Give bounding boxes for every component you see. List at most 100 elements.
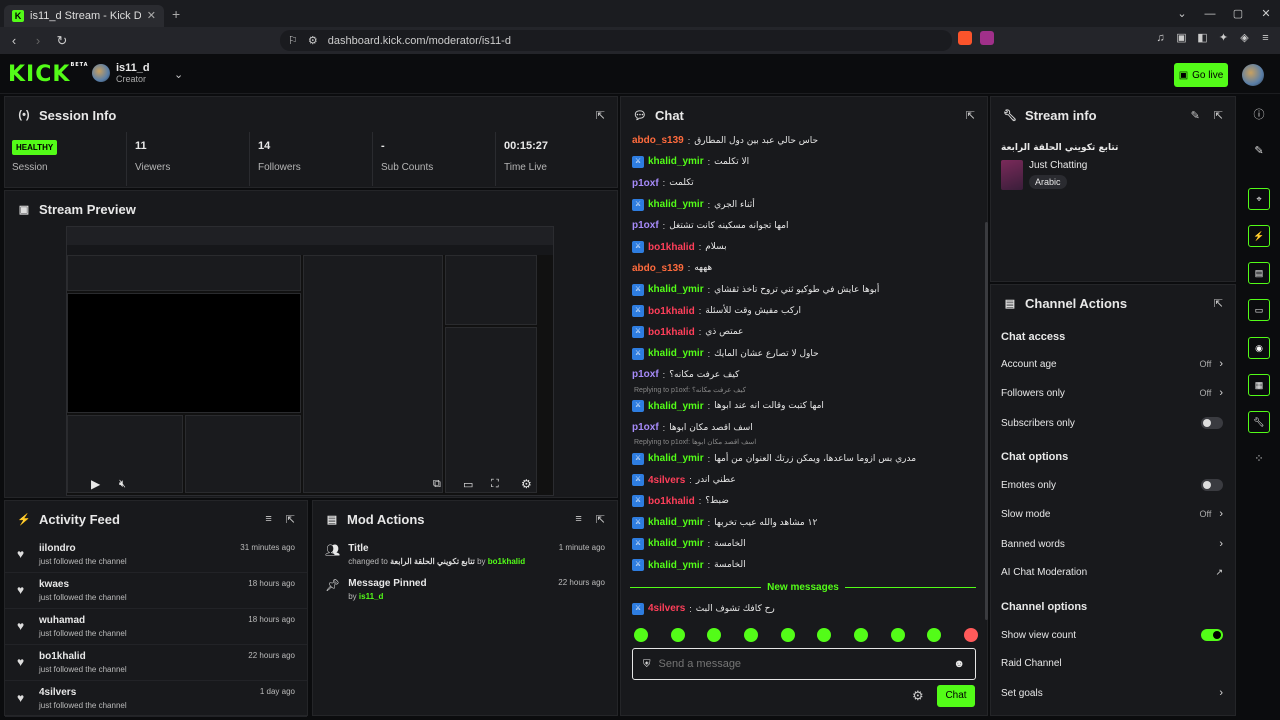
chat-username[interactable]: khalid_ymir (648, 199, 704, 210)
feed-username[interactable]: kwaes (39, 579, 127, 590)
chat-input[interactable] (658, 658, 946, 670)
chat-username[interactable]: khalid_ymir (648, 401, 704, 412)
emotes-only-toggle[interactable] (1201, 479, 1223, 491)
brave-rewards-icon[interactable] (980, 31, 994, 45)
reply-context[interactable]: Replying to p1oxf: كيف عرفت مكانه؟ (624, 386, 984, 396)
chat-username[interactable]: khalid_ymir (648, 156, 704, 167)
chat-username[interactable]: p1oxf (632, 178, 659, 189)
chevron-down-icon[interactable]: ⌄ (174, 68, 183, 81)
chat-username[interactable]: bo1khalid (648, 496, 695, 507)
apps-icon[interactable]: ⁘ (1248, 448, 1270, 470)
back-icon[interactable]: ‹ (4, 33, 24, 48)
chat-message[interactable]: abdo_s139: هههه (624, 258, 984, 279)
chat-send-button[interactable]: Chat (937, 685, 975, 707)
new-messages-divider[interactable]: New messages (630, 580, 976, 594)
emote-icon[interactable] (817, 628, 832, 642)
theater-icon[interactable]: ▭ (463, 478, 473, 491)
edit-icon[interactable]: ✎ (1191, 109, 1200, 122)
close-tab-icon[interactable]: ✕ (147, 9, 156, 22)
chat-username[interactable]: p1oxf (632, 422, 659, 433)
feed-username[interactable]: 4silvers (39, 687, 127, 698)
chat-message[interactable]: abdo_s139: حاس حالي عبد بين دول المطارق (624, 130, 984, 151)
reply-context[interactable]: Replying to p1oxf: اسف اقصد مكان ابوها (624, 438, 984, 448)
info-icon[interactable]: ⓘ (1248, 104, 1270, 126)
popout-icon[interactable]: ⇱ (596, 513, 605, 526)
slow-mode-row[interactable]: Slow mode Off › (1001, 508, 1223, 520)
new-tab-icon[interactable]: + (172, 6, 180, 22)
chat-message[interactable]: ⚔ bo1khalid: ضبط؟ (624, 491, 984, 512)
chat-username[interactable]: 4silvers (648, 475, 685, 486)
kick-logo[interactable]: KICKBETA (8, 62, 89, 87)
forward-icon[interactable]: › (28, 33, 48, 48)
browser-tab[interactable]: K is11_d Stream - Kick Dashboard ✕ (4, 4, 164, 27)
url-field[interactable]: ⚐ ⚙ dashboard.kick.com/moderator/is11-d (280, 30, 952, 51)
wallet-icon[interactable]: ◧ (1196, 32, 1209, 45)
chat-message[interactable]: p1oxf: تكلمت (624, 173, 984, 194)
chat-message[interactable]: ⚔ khalid_ymir: الا تكلمت (624, 151, 984, 172)
chat-username[interactable]: 4silvers (648, 603, 685, 614)
feed-username[interactable]: wuhamad (39, 615, 127, 626)
leo-icon[interactable]: ✦ (1217, 32, 1230, 45)
emote-icon[interactable] (963, 628, 978, 642)
chat-message[interactable]: ⚔ 4silvers: عطني اندر (624, 469, 984, 490)
document-icon[interactable]: ▤ (1248, 262, 1270, 284)
chat-username[interactable]: p1oxf (632, 369, 659, 380)
chat-username[interactable]: khalid_ymir (648, 453, 704, 464)
chat-message[interactable]: ⚔ bo1khalid: اركب مفيش وقت للأسئلة (624, 300, 984, 321)
go-live-button[interactable]: ▣ Go live (1174, 63, 1228, 87)
emote-icon[interactable] (890, 628, 905, 642)
filter-icon[interactable]: ≡ (575, 513, 581, 526)
emote-icon[interactable] (853, 628, 868, 642)
user-avatar[interactable] (1242, 64, 1264, 86)
mute-icon[interactable]: 🔇︎ (119, 478, 126, 491)
followers-only-row[interactable]: Followers only Off › (1001, 387, 1223, 399)
vpn-icon[interactable]: ◈ (1238, 32, 1251, 45)
ai-chat-moderation-row[interactable]: AI Chat Moderation ↗ (1001, 567, 1223, 578)
emoji-icon[interactable]: ☻ (953, 658, 965, 670)
sidebar-icon[interactable]: ▣ (1175, 32, 1188, 45)
fullscreen-icon[interactable]: ⛶ (491, 478, 499, 491)
bookmark-icon[interactable]: ⚐ (288, 34, 298, 47)
popout-icon[interactable]: ⇱ (596, 109, 605, 122)
chat-message[interactable]: p1oxf: امها تجوانه مسكينه كانت تشتغل (624, 215, 984, 236)
feed-username[interactable]: iilondro (39, 543, 127, 554)
popout-icon[interactable]: ⇱ (1214, 297, 1223, 310)
chat-username[interactable]: abdo_s139 (632, 263, 684, 274)
lightning-icon[interactable]: ⚡ (1248, 225, 1270, 247)
close-window-icon[interactable]: ✕ (1252, 7, 1280, 20)
tab-list-icon[interactable]: ⌄ (1168, 7, 1196, 20)
pencil-icon[interactable]: ✎ (1248, 140, 1270, 162)
popout-icon[interactable]: ⇱ (1214, 109, 1223, 122)
show-view-count-toggle[interactable] (1201, 629, 1223, 641)
shield-icon[interactable]: ⛨ (643, 659, 651, 670)
chat-username[interactable]: khalid_ymir (648, 284, 704, 295)
chat-username[interactable]: bo1khalid (648, 242, 695, 253)
chat-message-list[interactable]: abdo_s139: حاس حالي عبد بين دول المطارق ⚔ k… (624, 130, 984, 578)
chat-username[interactable]: bo1khalid (648, 327, 695, 338)
chat-message[interactable]: ⚔ khalid_ymir: أبوها عايش في طوكيو ثني ترو… (624, 279, 984, 300)
wrench-icon[interactable]: 🔧︎ (1248, 411, 1270, 433)
reload-icon[interactable]: ↻ (52, 33, 72, 49)
chat-message[interactable]: ⚔ bo1khalid: بسلام (624, 236, 984, 257)
brave-shield-icon[interactable] (958, 31, 972, 45)
chat-message[interactable]: ⚔ 4silvers: رح كافك تشوف البث (624, 598, 980, 619)
music-icon[interactable]: ♫ (1154, 32, 1167, 45)
pip-icon[interactable]: ⧉ (433, 478, 441, 491)
banned-words-row[interactable]: Banned words › (1001, 538, 1223, 550)
chat-bubble-icon[interactable]: ▭ (1248, 299, 1270, 321)
emote-icon[interactable] (743, 628, 758, 642)
chat-username[interactable]: khalid_ymir (648, 517, 704, 528)
broadcast-icon[interactable]: ◉ (1248, 337, 1270, 359)
filter-icon[interactable]: ≡ (265, 513, 271, 526)
subscribers-only-toggle[interactable] (1201, 417, 1223, 429)
popout-icon[interactable]: ⇱ (966, 109, 975, 122)
account-age-row[interactable]: Account age Off › (1001, 358, 1223, 370)
chat-username[interactable]: khalid_ymir (648, 560, 704, 571)
chat-message[interactable]: ⚔ khalid_ymir: أثناء الجري (624, 194, 984, 215)
emote-icon[interactable] (634, 628, 648, 642)
chat-message[interactable]: ⚔ khalid_ymir: الخامسة (624, 533, 984, 554)
menu-icon[interactable]: ≡ (1259, 32, 1272, 45)
chat-username[interactable]: p1oxf (632, 220, 659, 231)
settings-icon[interactable]: ⚙ (521, 477, 532, 491)
feed-username[interactable]: bo1khalid (39, 651, 127, 662)
